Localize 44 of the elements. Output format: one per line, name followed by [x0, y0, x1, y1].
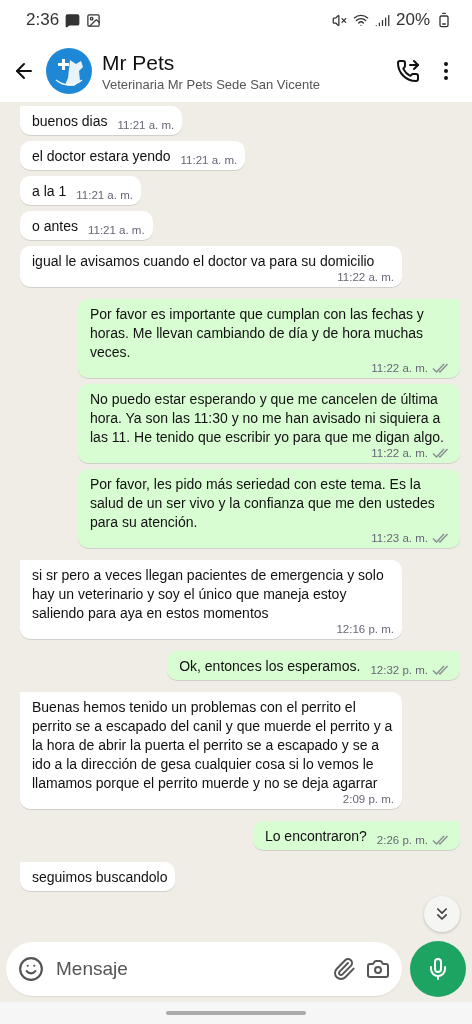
avatar[interactable] [46, 48, 92, 94]
message-text: Ok, entonces los esperamos. [179, 657, 361, 676]
message-time: 11:22 a. m. [371, 447, 428, 459]
message-field[interactable]: Mensaje [6, 942, 402, 996]
status-time: 2:36 [26, 10, 60, 30]
message-text: buenos dias [32, 112, 108, 131]
message-time: 11:21 a. m. [117, 119, 175, 131]
message-text: Por favor, les pido más seriedad con este tema. Es la salud de un ser vivo y la confianza que me den ustedes para su atención. [90, 475, 436, 532]
message-text: el doctor estara yendo [32, 147, 171, 166]
message-input[interactable]: Mensaje [54, 957, 322, 981]
mute-icon [331, 12, 347, 28]
message-time: 11:21 a. m. [87, 224, 145, 236]
image-icon [86, 12, 102, 28]
message-text: o antes [32, 217, 78, 236]
mic-button[interactable] [410, 941, 466, 997]
message-text: igual le avisamos cuando el doctor va para su domicilio [32, 252, 376, 271]
camera-icon[interactable] [366, 957, 390, 981]
message-text: seguimos buscandolo [32, 868, 168, 887]
message-text: a la 1 [32, 182, 67, 201]
home-handle[interactable] [166, 1011, 306, 1015]
chat-subtitle: Veterinaria Mr Pets Sede San Vicente [102, 76, 321, 92]
wifi-icon [352, 12, 369, 28]
message-time: 11:22 a. m. [337, 271, 394, 283]
chat-icon [65, 12, 81, 28]
signal-icon [374, 12, 390, 28]
message-text: Por favor es importante que cumplan con las fechas y horas. Me llevan cambiando de día y de hora muchas veces. [90, 305, 425, 362]
message-text: No puedo estar esperando y que me cancelen de última hora. Ya son las 11:30 y no me han avisado ni siquiera a las 11. He tenido que escribir yo para que me digan algo. [90, 390, 445, 447]
battery-percent: 20% [395, 10, 430, 30]
message-text: si sr pero a veces llegan pacientes de emergencia y solo hay un veterinario y soy el único que maneja estoy saliendo para aya en estos momentos [32, 566, 385, 623]
chat-title: Mr Pets [102, 50, 176, 75]
attach-icon[interactable] [332, 957, 356, 981]
message-time: 2:09 p. m. [342, 793, 394, 805]
message-time: 11:22 a. m. [371, 362, 428, 374]
message-time: 11:21 a. m. [180, 154, 238, 166]
message-time: 12:32 p. m. [370, 664, 428, 676]
message-text: Lo encontraron? [264, 827, 367, 846]
scroll-down-button[interactable] [424, 896, 460, 932]
message-time: 12:16 p. m. [336, 623, 394, 635]
message-time: 11:21 a. m. [76, 189, 133, 201]
message-time: 2:26 p. m. [376, 834, 428, 846]
message-text: Buenas hemos tenido un problemas con el perrito el perrito se a escapado del canil y que muerde el perrito y a la hora de abrir la puerta el perrito se a escapado y se a ido a la dirección de gesa cualquier cosa si lo vemos le llamamos porque el perrito muerde y no se deja agarrar [32, 698, 394, 793]
message-time: 11:23 a. m. [371, 532, 428, 544]
emoji-icon[interactable] [18, 956, 44, 982]
battery-icon [436, 12, 452, 28]
